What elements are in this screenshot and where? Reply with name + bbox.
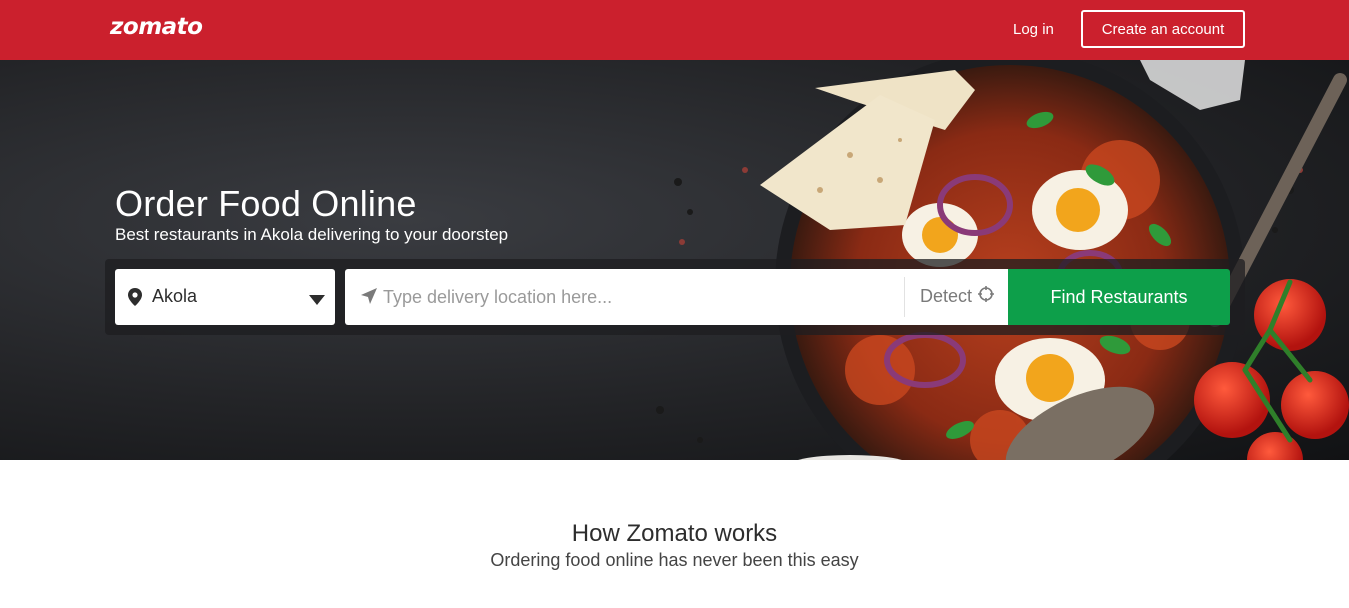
delivery-location-input[interactable] <box>383 269 903 325</box>
navigation-arrow-icon <box>361 288 377 309</box>
city-select-dropdown[interactable]: Akola <box>115 269 335 325</box>
city-select-value: Akola <box>152 286 198 306</box>
hero-banner: Order Food Online Best restaurants in Ak… <box>0 60 1349 460</box>
find-restaurants-button[interactable]: Find Restaurants <box>1008 269 1230 325</box>
top-navbar: zomato Log in Create an account <box>0 0 1349 60</box>
hero-title: Order Food Online <box>115 183 417 224</box>
delivery-location-box: Detect <box>345 269 1010 325</box>
detect-label: Detect <box>920 286 973 306</box>
how-it-works-title: How Zomato works <box>571 520 778 547</box>
detect-location-button[interactable]: Detect <box>920 286 995 307</box>
location-pin-icon <box>128 288 142 311</box>
input-divider <box>904 277 905 317</box>
hero-subtitle: Best restaurants in Akola delivering to … <box>115 225 509 244</box>
crosshair-icon <box>978 286 995 307</box>
how-it-works-subtitle: Ordering food online has never been this… <box>490 550 859 570</box>
zomato-logo[interactable]: zomato <box>110 14 203 40</box>
login-link[interactable]: Log in <box>1013 21 1054 38</box>
create-account-button[interactable]: Create an account <box>1081 10 1245 48</box>
chevron-down-icon <box>309 292 325 310</box>
